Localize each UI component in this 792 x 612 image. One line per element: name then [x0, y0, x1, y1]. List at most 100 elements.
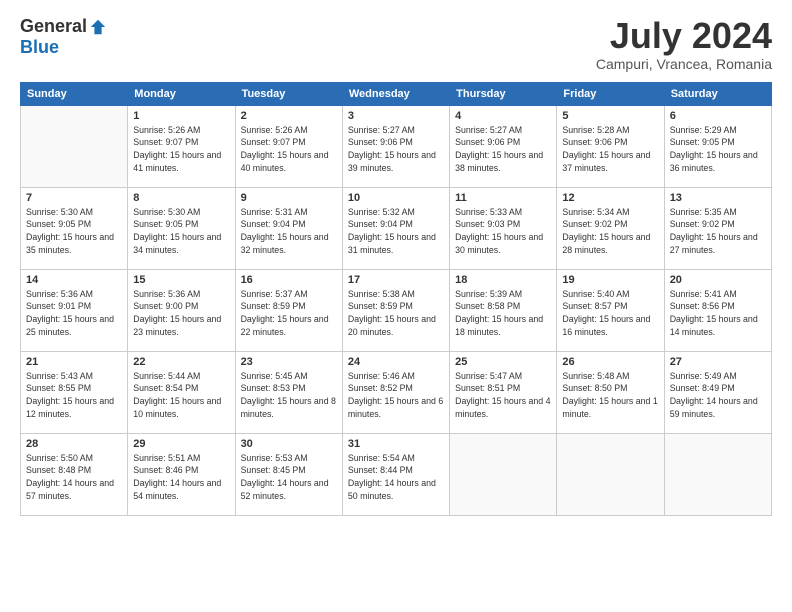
day-number: 27 [670, 356, 766, 368]
day-info: Sunrise: 5:40 AMSunset: 8:57 PMDaylight:… [562, 288, 658, 339]
table-row: 16 Sunrise: 5:37 AMSunset: 8:59 PMDayligh… [235, 269, 342, 351]
month-title: July 2024 [596, 16, 772, 56]
col-header-monday: Monday [128, 82, 235, 105]
day-number: 16 [241, 274, 337, 286]
day-number: 26 [562, 356, 658, 368]
day-number: 20 [670, 274, 766, 286]
table-row: 31 Sunrise: 5:54 AMSunset: 8:44 PMDayligh… [342, 433, 449, 515]
day-info: Sunrise: 5:26 AMSunset: 9:07 PMDaylight:… [133, 124, 229, 175]
table-row: 19 Sunrise: 5:40 AMSunset: 8:57 PMDayligh… [557, 269, 664, 351]
day-info: Sunrise: 5:37 AMSunset: 8:59 PMDaylight:… [241, 288, 337, 339]
day-number: 24 [348, 356, 444, 368]
table-row: 4 Sunrise: 5:27 AMSunset: 9:06 PMDaylight… [450, 105, 557, 187]
day-number: 21 [26, 356, 122, 368]
day-number: 25 [455, 356, 551, 368]
table-row [664, 433, 771, 515]
table-row: 9Sunrise: 5:31 AMSunset: 9:04 PMDaylight… [235, 187, 342, 269]
calendar-week-row: 14 Sunrise: 5:36 AMSunset: 9:01 PMDayligh… [21, 269, 772, 351]
table-row: 27Sunrise: 5:49 AMSunset: 8:49 PMDayligh… [664, 351, 771, 433]
day-number: 4 [455, 110, 551, 122]
col-header-thursday: Thursday [450, 82, 557, 105]
subtitle: Campuri, Vrancea, Romania [596, 56, 772, 72]
day-info: Sunrise: 5:36 AMSunset: 9:00 PMDaylight:… [133, 288, 229, 339]
day-number: 12 [562, 192, 658, 204]
table-row: 21 Sunrise: 5:43 AMSunset: 8:55 PMDayligh… [21, 351, 128, 433]
table-row: 25 Sunrise: 5:47 AMSunset: 8:51 PMDayligh… [450, 351, 557, 433]
table-row: 14 Sunrise: 5:36 AMSunset: 9:01 PMDayligh… [21, 269, 128, 351]
day-info: Sunrise: 5:30 AMSunset: 9:05 PMDaylight:… [26, 206, 122, 257]
day-info: Sunrise: 5:29 AMSunset: 9:05 PMDaylight:… [670, 124, 766, 175]
day-info: Sunrise: 5:36 AMSunset: 9:01 PMDaylight:… [26, 288, 122, 339]
table-row: 2Sunrise: 5:26 AMSunset: 9:07 PMDaylight… [235, 105, 342, 187]
day-number: 14 [26, 274, 122, 286]
day-number: 7 [26, 192, 122, 204]
day-number: 19 [562, 274, 658, 286]
day-info: Sunrise: 5:33 AMSunset: 9:03 PMDaylight:… [455, 206, 551, 257]
table-row: 12 Sunrise: 5:34 AMSunset: 9:02 PMDayligh… [557, 187, 664, 269]
table-row: 11 Sunrise: 5:33 AMSunset: 9:03 PMDayligh… [450, 187, 557, 269]
day-number: 18 [455, 274, 551, 286]
table-row: 26 Sunrise: 5:48 AMSunset: 8:50 PMDayligh… [557, 351, 664, 433]
table-row: 29 Sunrise: 5:51 AMSunset: 8:46 PMDayligh… [128, 433, 235, 515]
table-row: 10Sunrise: 5:32 AMSunset: 9:04 PMDayligh… [342, 187, 449, 269]
day-number: 11 [455, 192, 551, 204]
logo-general-text: General [20, 16, 87, 37]
table-row: 28Sunrise: 5:50 AMSunset: 8:48 PMDayligh… [21, 433, 128, 515]
table-row [450, 433, 557, 515]
day-info: Sunrise: 5:44 AMSunset: 8:54 PMDaylight:… [133, 370, 229, 421]
day-info: Sunrise: 5:28 AMSunset: 9:06 PMDaylight:… [562, 124, 658, 175]
table-row: 24Sunrise: 5:46 AMSunset: 8:52 PMDayligh… [342, 351, 449, 433]
day-info: Sunrise: 5:54 AMSunset: 8:44 PMDaylight:… [348, 452, 444, 503]
day-info: Sunrise: 5:47 AMSunset: 8:51 PMDaylight:… [455, 370, 551, 421]
day-info: Sunrise: 5:30 AMSunset: 9:05 PMDaylight:… [133, 206, 229, 257]
title-block: July 2024 Campuri, Vrancea, Romania [596, 16, 772, 72]
calendar-week-row: 7 Sunrise: 5:30 AMSunset: 9:05 PMDaylight… [21, 187, 772, 269]
day-info: Sunrise: 5:34 AMSunset: 9:02 PMDaylight:… [562, 206, 658, 257]
day-number: 3 [348, 110, 444, 122]
day-number: 2 [241, 110, 337, 122]
table-row: 20 Sunrise: 5:41 AMSunset: 8:56 PMDayligh… [664, 269, 771, 351]
table-row: 5 Sunrise: 5:28 AMSunset: 9:06 PMDaylight… [557, 105, 664, 187]
col-header-sunday: Sunday [21, 82, 128, 105]
day-info: Sunrise: 5:32 AMSunset: 9:04 PMDaylight:… [348, 206, 444, 257]
table-row: 22 Sunrise: 5:44 AMSunset: 8:54 PMDayligh… [128, 351, 235, 433]
table-row: 18Sunrise: 5:39 AMSunset: 8:58 PMDayligh… [450, 269, 557, 351]
day-info: Sunrise: 5:27 AMSunset: 9:06 PMDaylight:… [455, 124, 551, 175]
logo: General Blue [20, 16, 107, 58]
table-row: 23Sunrise: 5:45 AMSunset: 8:53 PMDayligh… [235, 351, 342, 433]
day-number: 13 [670, 192, 766, 204]
table-row [21, 105, 128, 187]
day-info: Sunrise: 5:41 AMSunset: 8:56 PMDaylight:… [670, 288, 766, 339]
table-row: 3 Sunrise: 5:27 AMSunset: 9:06 PMDaylight… [342, 105, 449, 187]
col-header-friday: Friday [557, 82, 664, 105]
day-number: 29 [133, 438, 229, 450]
day-number: 8 [133, 192, 229, 204]
day-info: Sunrise: 5:48 AMSunset: 8:50 PMDaylight:… [562, 370, 658, 421]
table-row: 1 Sunrise: 5:26 AMSunset: 9:07 PMDaylight… [128, 105, 235, 187]
calendar-week-row: 28Sunrise: 5:50 AMSunset: 8:48 PMDayligh… [21, 433, 772, 515]
logo-icon [89, 18, 107, 36]
calendar-table: Sunday Monday Tuesday Wednesday Thursday… [20, 82, 772, 516]
day-info: Sunrise: 5:35 AMSunset: 9:02 PMDaylight:… [670, 206, 766, 257]
day-number: 5 [562, 110, 658, 122]
day-info: Sunrise: 5:43 AMSunset: 8:55 PMDaylight:… [26, 370, 122, 421]
day-info: Sunrise: 5:27 AMSunset: 9:06 PMDaylight:… [348, 124, 444, 175]
day-info: Sunrise: 5:53 AMSunset: 8:45 PMDaylight:… [241, 452, 337, 503]
table-row: 30Sunrise: 5:53 AMSunset: 8:45 PMDayligh… [235, 433, 342, 515]
day-number: 22 [133, 356, 229, 368]
calendar-header-row: Sunday Monday Tuesday Wednesday Thursday… [21, 82, 772, 105]
table-row: 13 Sunrise: 5:35 AMSunset: 9:02 PMDayligh… [664, 187, 771, 269]
day-number: 23 [241, 356, 337, 368]
header: General Blue July 2024 Campuri, Vrancea,… [20, 16, 772, 72]
table-row: 7 Sunrise: 5:30 AMSunset: 9:05 PMDaylight… [21, 187, 128, 269]
logo-blue-text: Blue [20, 37, 59, 58]
col-header-tuesday: Tuesday [235, 82, 342, 105]
table-row: 17Sunrise: 5:38 AMSunset: 8:59 PMDayligh… [342, 269, 449, 351]
day-number: 9 [241, 192, 337, 204]
day-number: 1 [133, 110, 229, 122]
calendar-week-row: 21 Sunrise: 5:43 AMSunset: 8:55 PMDayligh… [21, 351, 772, 433]
calendar-week-row: 1 Sunrise: 5:26 AMSunset: 9:07 PMDaylight… [21, 105, 772, 187]
day-number: 31 [348, 438, 444, 450]
day-info: Sunrise: 5:38 AMSunset: 8:59 PMDaylight:… [348, 288, 444, 339]
day-info: Sunrise: 5:51 AMSunset: 8:46 PMDaylight:… [133, 452, 229, 503]
